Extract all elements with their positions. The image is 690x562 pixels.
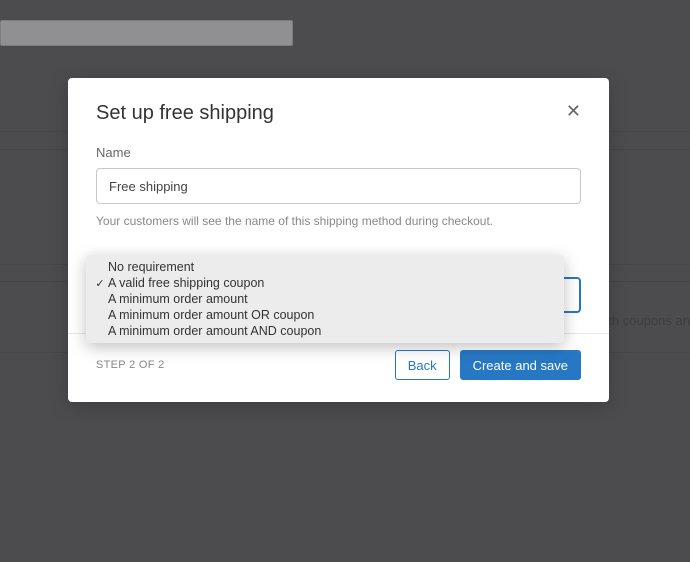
modal-header: Set up free shipping ✕ [68,78,609,125]
back-button[interactable]: Back [395,350,450,380]
name-input[interactable] [96,168,581,204]
name-label: Name [96,145,581,160]
create-and-save-button[interactable]: Create and save [460,350,581,380]
footer-buttons: Back Create and save [395,350,581,380]
check-icon: ✓ [92,277,108,290]
requires-dropdown: No requirement✓A valid free shipping cou… [86,255,564,343]
dropdown-option-label: No requirement [108,260,194,274]
dropdown-option[interactable]: No requirement [86,259,564,275]
modal-footer: STEP 2 OF 2 Back Create and save [68,333,609,402]
dropdown-option-label: A minimum order amount [108,292,248,306]
dropdown-option-label: A minimum order amount OR coupon [108,308,314,322]
name-help-text: Your customers will see the name of this… [96,214,581,228]
dropdown-option[interactable]: ✓A valid free shipping coupon [86,275,564,291]
dropdown-option[interactable]: A minimum order amount OR coupon [86,307,564,323]
close-icon[interactable]: ✕ [566,102,581,120]
free-shipping-modal: Set up free shipping ✕ Name Your custome… [68,78,609,402]
dropdown-option[interactable]: A minimum order amount [86,291,564,307]
dropdown-option-label: A minimum order amount AND coupon [108,324,321,338]
dropdown-option-label: A valid free shipping coupon [108,276,264,290]
dropdown-option[interactable]: A minimum order amount AND coupon [86,323,564,339]
modal-title: Set up free shipping [96,102,274,125]
step-indicator: STEP 2 OF 2 [96,359,165,371]
